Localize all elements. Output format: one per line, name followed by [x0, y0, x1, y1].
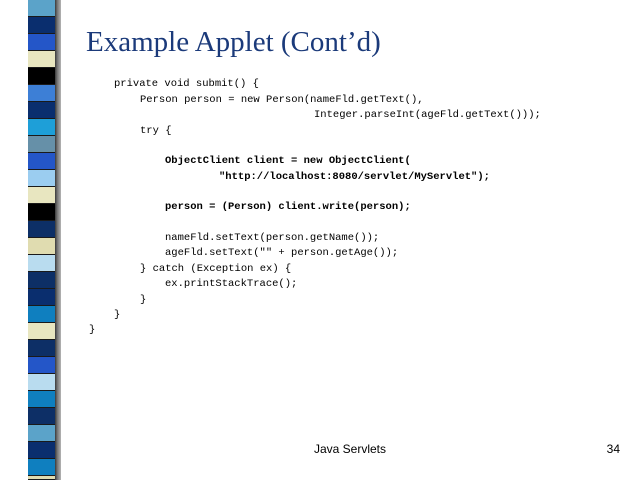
code-line: try {: [140, 125, 172, 137]
code-line: }: [89, 324, 96, 336]
code-line: }: [114, 309, 121, 321]
code-line: "http://localhost:8080/servlet/MyServlet…: [219, 171, 490, 183]
code-line: nameFld.setText(person.getName());: [165, 232, 380, 244]
code-line: ObjectClient client = new ObjectClient(: [165, 155, 411, 167]
code-line: } catch (Exception ex) {: [140, 263, 292, 275]
code-line: Person person = new Person(nameFld.getTe…: [140, 94, 424, 106]
code-line: person = (Person) client.write(person);: [165, 201, 411, 213]
code-line: ageFld.setText("" + person.getAge());: [165, 247, 399, 259]
code-block: private void submit() { Person person = …: [0, 0, 640, 480]
slide-footer: Java Servlets: [313, 442, 387, 456]
code-line: Integer.parseInt(ageFld.getText()));: [314, 109, 541, 121]
code-line: }: [140, 294, 147, 306]
code-line: private void submit() {: [114, 78, 259, 90]
code-line: ex.printStackTrace();: [165, 278, 298, 290]
page-number: 34: [606, 442, 620, 456]
